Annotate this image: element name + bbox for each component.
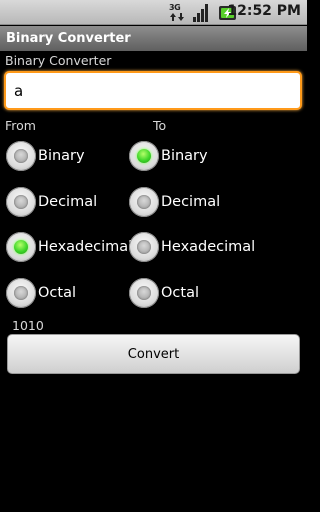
radio-button[interactable] (6, 141, 36, 171)
from-option-label: Decimal (38, 194, 98, 210)
radio-button[interactable] (129, 232, 159, 262)
to-option-octal[interactable]: Octal (129, 276, 199, 310)
to-label: To (153, 118, 167, 133)
signal-strength-icon (193, 4, 211, 22)
from-option-binary[interactable]: Binary (6, 139, 85, 173)
to-option-label: Binary (161, 148, 208, 164)
radio-button[interactable] (6, 187, 36, 217)
from-option-label: Binary (38, 148, 85, 164)
number-input[interactable] (14, 80, 284, 102)
to-option-decimal[interactable]: Decimal (129, 185, 220, 219)
number-input-container[interactable] (4, 71, 302, 110)
from-label: From (5, 118, 36, 133)
radio-button[interactable] (129, 141, 159, 171)
to-option-hexadecimal[interactable]: Hexadecimal (129, 230, 255, 264)
from-option-octal[interactable]: Octal (6, 276, 76, 310)
convert-button-label: Convert (127, 346, 180, 362)
app-title: Binary Converter (6, 31, 131, 46)
to-option-label: Hexadecimal (161, 239, 256, 255)
app-label: Binary Converter (5, 53, 112, 68)
clock: 12:52 PM (227, 3, 301, 19)
from-option-label: Octal (38, 285, 76, 301)
radio-button[interactable] (129, 187, 159, 217)
from-option-hexadecimal[interactable]: Hexadecimal (6, 230, 132, 264)
to-option-label: Decimal (161, 194, 221, 210)
status-bar: 3G 12:52 PM (0, 0, 307, 25)
title-bar: Binary Converter (0, 26, 307, 51)
network-type-label: 3G (169, 3, 181, 12)
radio-button[interactable] (6, 232, 36, 262)
to-option-label: Octal (161, 285, 199, 301)
conversion-result: 1010 (12, 318, 44, 333)
from-option-label: Hexadecimal (38, 239, 133, 255)
convert-button[interactable]: Convert (7, 334, 300, 374)
3g-data-icon: 3G (168, 4, 188, 22)
to-option-binary[interactable]: Binary (129, 139, 208, 173)
radio-button[interactable] (6, 278, 36, 308)
from-option-decimal[interactable]: Decimal (6, 185, 97, 219)
radio-button[interactable] (129, 278, 159, 308)
